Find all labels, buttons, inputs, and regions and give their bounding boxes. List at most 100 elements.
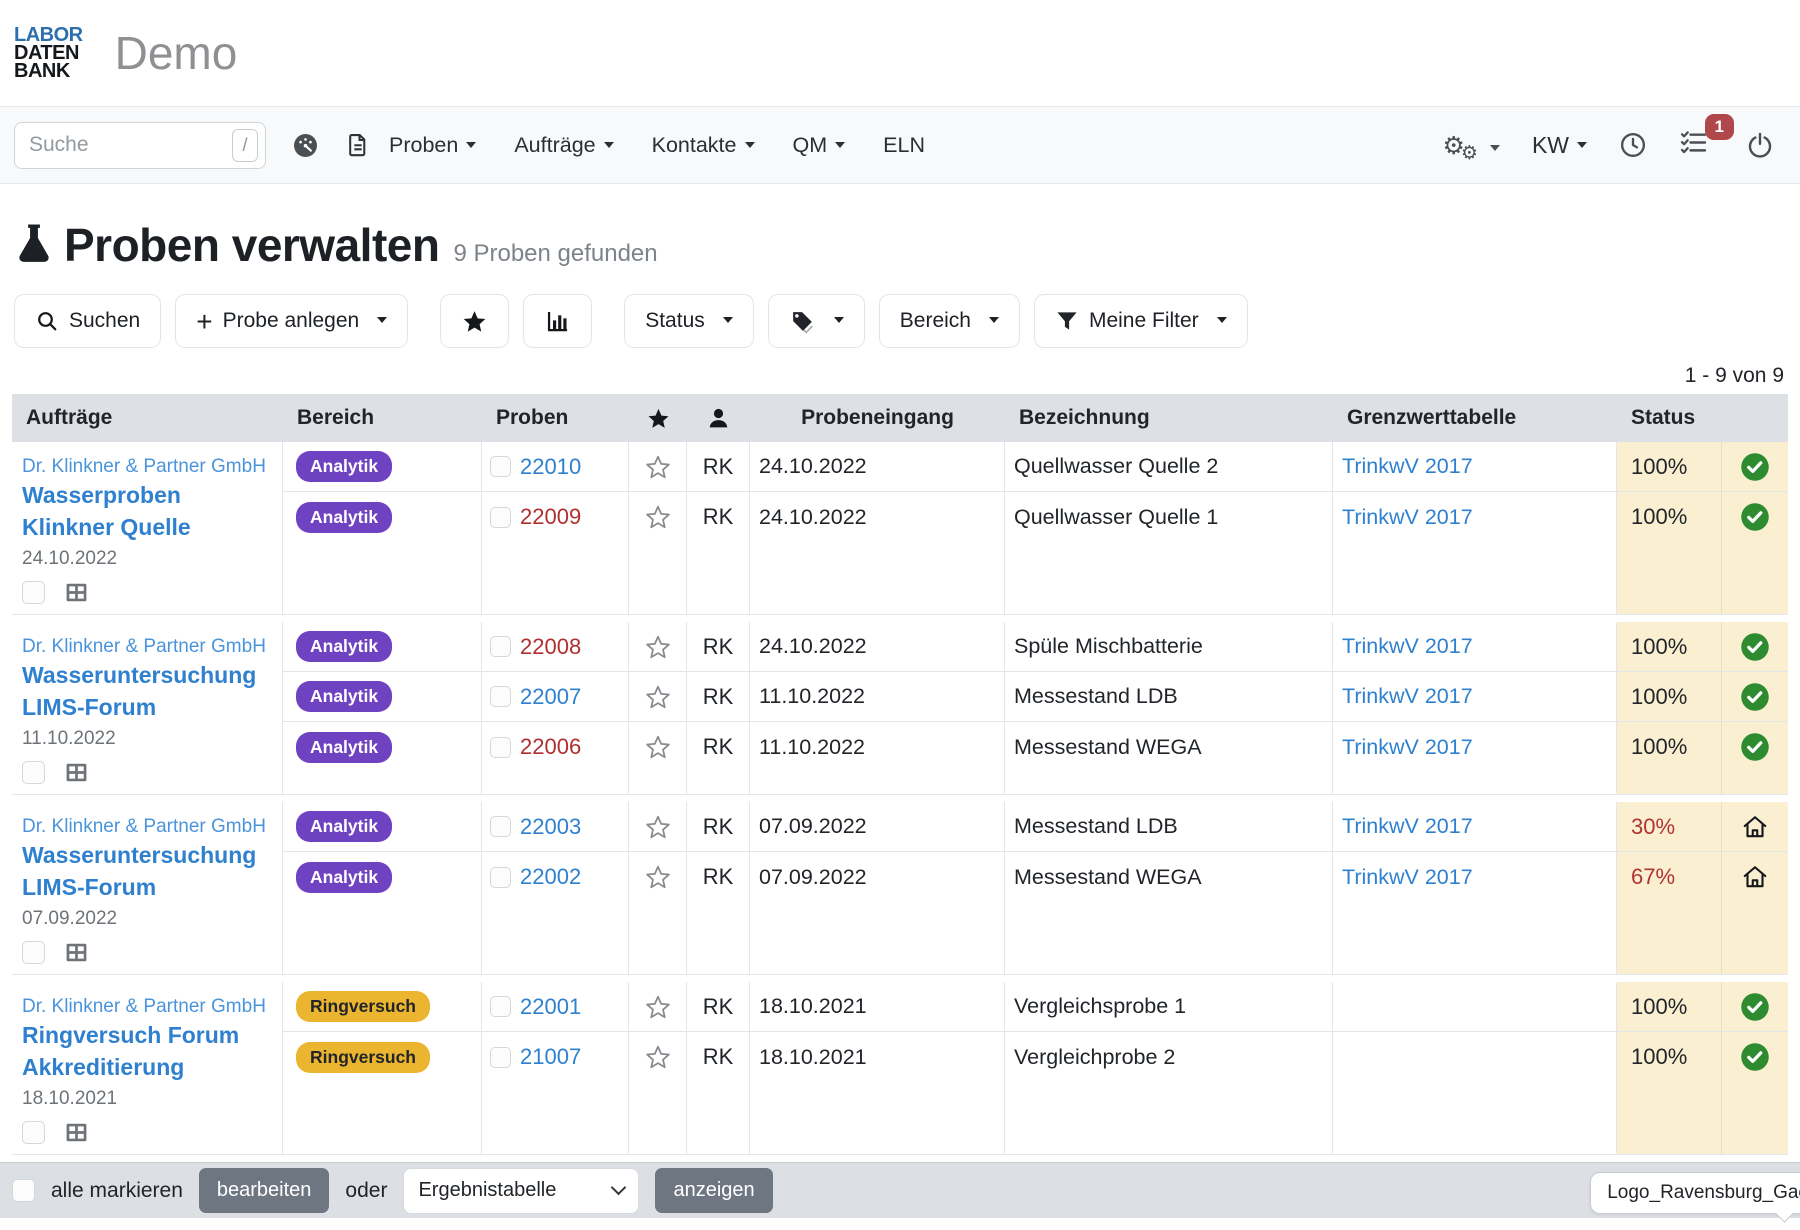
- sample-checkbox[interactable]: [490, 816, 511, 837]
- sample-group: Dr. Klinkner & Partner GmbH Ringversuch …: [12, 982, 1788, 1155]
- col-header-probeneingang[interactable]: Probeneingang: [750, 394, 1005, 442]
- limit-table-link[interactable]: TrinkwV 2017: [1342, 634, 1473, 659]
- create-sample-button[interactable]: + Probe anlegen: [175, 294, 408, 348]
- result-table-select[interactable]: Ergebnistabelle: [403, 1168, 639, 1214]
- menu-auftraege[interactable]: Aufträge: [514, 133, 613, 158]
- sample-checkbox[interactable]: [490, 996, 511, 1017]
- favorite-cell[interactable]: [629, 852, 687, 902]
- favorite-cell[interactable]: [629, 672, 687, 722]
- bereich-badge[interactable]: Analytik: [296, 862, 392, 893]
- bereich-badge[interactable]: Analytik: [296, 681, 392, 712]
- bereich-badge[interactable]: Analytik: [296, 451, 392, 482]
- favorite-cell[interactable]: [629, 442, 687, 492]
- sample-link[interactable]: 22010: [520, 454, 581, 480]
- sample-checkbox[interactable]: [490, 1047, 511, 1068]
- order-title-link[interactable]: LIMS-Forum: [22, 691, 272, 723]
- search-button[interactable]: Suchen: [14, 294, 161, 348]
- grid-icon[interactable]: [63, 759, 90, 786]
- order-org-link[interactable]: Dr. Klinkner & Partner GmbH: [22, 816, 266, 837]
- bereich-badge[interactable]: Ringversuch: [296, 991, 430, 1022]
- sample-link[interactable]: 22006: [520, 734, 581, 760]
- limit-table-link[interactable]: TrinkwV 2017: [1342, 865, 1473, 890]
- order-title-link[interactable]: Klinkner Quelle: [22, 511, 272, 543]
- settings-gears-button[interactable]: ⚙⚙: [1442, 131, 1499, 160]
- order-org-link[interactable]: Dr. Klinkner & Partner GmbH: [22, 996, 266, 1017]
- col-header-status[interactable]: Status: [1617, 394, 1788, 442]
- col-header-star[interactable]: [629, 394, 687, 442]
- labordatenbank-logo[interactable]: LABOR DATEN BANK: [14, 26, 83, 80]
- tasks-checklist-button[interactable]: 1: [1679, 128, 1708, 162]
- order-checkbox[interactable]: [22, 581, 45, 604]
- col-header-bezeichnung[interactable]: Bezeichnung: [1005, 394, 1333, 442]
- bereich-badge[interactable]: Ringversuch: [296, 1042, 430, 1073]
- tags-filter-button[interactable]: [768, 294, 865, 348]
- document-icon[interactable]: [345, 132, 371, 158]
- grid-icon[interactable]: [63, 579, 90, 606]
- sample-link[interactable]: 22008: [520, 634, 581, 660]
- received-date: 18.10.2021: [750, 1032, 1005, 1082]
- bereich-badge[interactable]: Analytik: [296, 631, 392, 662]
- favorite-cell[interactable]: [629, 982, 687, 1032]
- limit-table-link[interactable]: TrinkwV 2017: [1342, 505, 1473, 530]
- sample-checkbox[interactable]: [490, 686, 511, 707]
- sample-link[interactable]: 22009: [520, 504, 581, 530]
- order-org-link[interactable]: Dr. Klinkner & Partner GmbH: [22, 636, 266, 657]
- favorite-cell[interactable]: [629, 622, 687, 672]
- sample-checkbox[interactable]: [490, 867, 511, 888]
- order-org-link[interactable]: Dr. Klinkner & Partner GmbH: [22, 456, 266, 477]
- limit-table-link[interactable]: TrinkwV 2017: [1342, 454, 1473, 479]
- clock-icon[interactable]: [1619, 131, 1647, 159]
- order-title-link[interactable]: Ringversuch Forum: [22, 1019, 272, 1051]
- order-checkbox[interactable]: [22, 1121, 45, 1144]
- sample-checkbox[interactable]: [490, 456, 511, 477]
- my-filters-button[interactable]: Meine Filter: [1034, 294, 1248, 348]
- grid-icon[interactable]: [63, 939, 90, 966]
- show-button[interactable]: anzeigen: [655, 1168, 772, 1213]
- favorite-cell[interactable]: [629, 1032, 687, 1082]
- menu-eln[interactable]: ELN: [883, 133, 925, 158]
- user-menu[interactable]: KW: [1532, 132, 1587, 159]
- order-title-link[interactable]: Akkreditierung: [22, 1051, 272, 1083]
- menu-kontakte[interactable]: Kontakte: [652, 133, 755, 158]
- menu-qm[interactable]: QM: [793, 133, 846, 158]
- limit-table-link[interactable]: TrinkwV 2017: [1342, 684, 1473, 709]
- menu-proben[interactable]: Proben: [389, 133, 476, 158]
- favorite-cell[interactable]: [629, 722, 687, 772]
- search-input[interactable]: [14, 122, 266, 169]
- favorite-cell[interactable]: [629, 802, 687, 852]
- edit-button[interactable]: bearbeiten: [199, 1168, 330, 1213]
- sample-link[interactable]: 22003: [520, 814, 581, 840]
- sample-checkbox[interactable]: [490, 737, 511, 758]
- limit-table-link[interactable]: TrinkwV 2017: [1342, 735, 1473, 760]
- limit-table-link[interactable]: TrinkwV 2017: [1342, 814, 1473, 839]
- order-title-link[interactable]: Wasseruntersuchung: [22, 659, 272, 691]
- dashboard-icon[interactable]: [292, 132, 319, 159]
- area-filter-button[interactable]: Bereich: [879, 294, 1020, 348]
- favorite-cell[interactable]: [629, 492, 687, 542]
- col-header-proben[interactable]: Proben: [482, 394, 629, 442]
- sample-link[interactable]: 21007: [520, 1044, 581, 1070]
- sample-link[interactable]: 22002: [520, 864, 581, 890]
- col-header-auftraege[interactable]: Aufträge: [12, 394, 283, 442]
- col-header-grenzwerttabelle[interactable]: Grenzwerttabelle: [1333, 394, 1617, 442]
- bereich-badge[interactable]: Analytik: [296, 502, 392, 533]
- favorites-button[interactable]: [440, 294, 509, 348]
- grid-icon[interactable]: [63, 1119, 90, 1146]
- power-icon[interactable]: [1746, 131, 1774, 159]
- status-filter-button[interactable]: Status: [624, 294, 754, 348]
- sample-link[interactable]: 22001: [520, 994, 581, 1020]
- bereich-badge[interactable]: Analytik: [296, 811, 392, 842]
- chart-button[interactable]: [523, 294, 592, 348]
- sample-checkbox[interactable]: [490, 507, 511, 528]
- col-header-bereich[interactable]: Bereich: [283, 394, 482, 442]
- order-title-link[interactable]: Wasserproben: [22, 479, 272, 511]
- order-checkbox[interactable]: [22, 761, 45, 784]
- bereich-badge[interactable]: Analytik: [296, 732, 392, 763]
- sample-link[interactable]: 22007: [520, 684, 581, 710]
- order-title-link[interactable]: Wasseruntersuchung: [22, 839, 272, 871]
- col-header-person[interactable]: [687, 394, 750, 442]
- select-all-checkbox[interactable]: [12, 1179, 35, 1202]
- sample-checkbox[interactable]: [490, 636, 511, 657]
- order-checkbox[interactable]: [22, 941, 45, 964]
- order-title-link[interactable]: LIMS-Forum: [22, 871, 272, 903]
